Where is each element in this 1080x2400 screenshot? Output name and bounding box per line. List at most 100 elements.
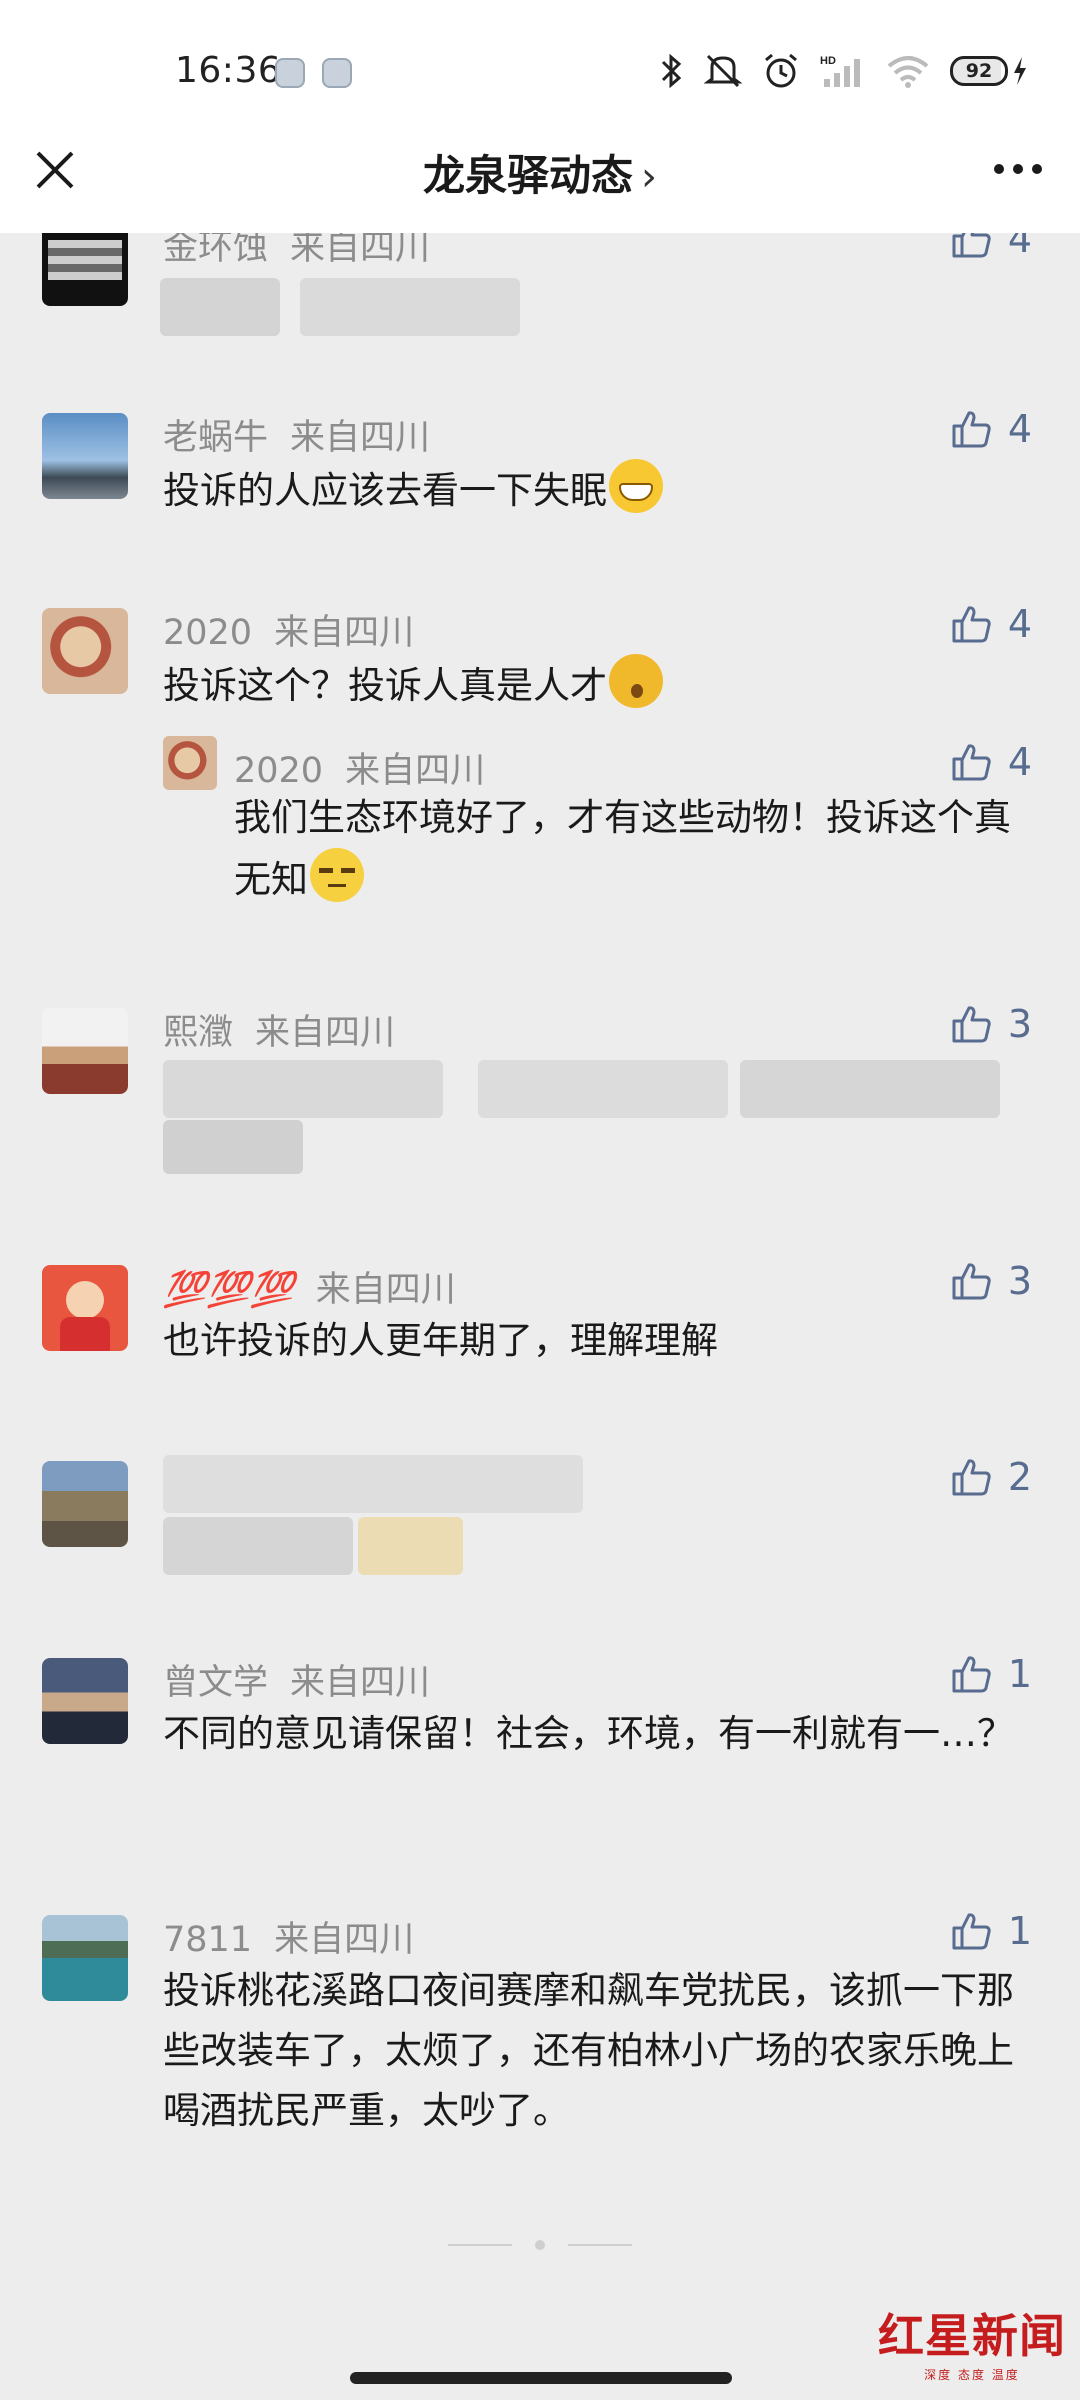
like-count: 4 xyxy=(1007,233,1032,261)
comment-location: 来自四川 xyxy=(315,1270,456,1310)
thumbs-up-icon xyxy=(952,606,991,643)
comment-text: 投诉桃花溪路口夜间赛摩和飙车党扰民，该抓一下那些改装车了，太烦了，还有柏林小广场… xyxy=(163,1969,1014,2132)
redacted-text xyxy=(160,278,280,336)
comment-list[interactable]: 金环蚀 来自四川 4 老蜗牛 来自四川 投诉的人应该去看一下失眠 4 2020 来自四… xyxy=(0,233,1080,2400)
end-of-list-divider xyxy=(448,2240,632,2250)
like-button[interactable]: 4 xyxy=(950,233,1032,261)
battery-indicator: 92 xyxy=(950,56,1028,86)
like-count: 4 xyxy=(1007,407,1032,451)
comment-text-content: 投诉的人应该去看一下失眠 xyxy=(163,469,607,512)
commenter-name[interactable]: 曾文学 xyxy=(163,1663,268,1703)
commenter-name[interactable]: 金环蚀 xyxy=(163,233,268,268)
comment-text: 投诉的人应该去看一下失眠 xyxy=(163,459,1043,521)
comment-location: 来自四川 xyxy=(274,1920,415,1960)
comment-text-content: 投诉这个？投诉人真是人才 xyxy=(163,664,607,707)
more-dot-icon xyxy=(994,164,1004,174)
watermark-main: 红星新闻 xyxy=(878,2309,1066,2363)
thumbs-up-icon xyxy=(952,1459,991,1496)
comment-location: 来自四川 xyxy=(274,613,415,653)
more-dot-icon xyxy=(1032,164,1042,174)
comment-text: 投诉这个？投诉人真是人才 xyxy=(163,654,1043,716)
redacted-text xyxy=(163,1455,583,1513)
avatar[interactable] xyxy=(42,413,128,499)
avatar[interactable] xyxy=(42,233,128,306)
like-button[interactable]: 1 xyxy=(950,1909,1032,1953)
bluetooth-icon xyxy=(661,53,682,89)
watermark-logo: 红星新闻 深度 态度 温度 xyxy=(878,2300,1066,2383)
reply-location: 来自四川 xyxy=(345,751,486,791)
thumbs-up-icon xyxy=(952,233,991,258)
avatar[interactable] xyxy=(42,1265,128,1351)
thumbs-up-icon xyxy=(952,1006,991,1043)
mute-icon xyxy=(704,54,742,88)
avatar[interactable] xyxy=(42,1915,128,2001)
comment-meta: 7811 来自四川 xyxy=(163,1911,414,1962)
reply-like-button[interactable]: 4 xyxy=(950,740,1032,784)
redacted-text xyxy=(478,1060,728,1118)
home-indicator[interactable] xyxy=(350,2372,732,2384)
like-button[interactable]: 3 xyxy=(950,1259,1032,1303)
sleepy-emoji-icon xyxy=(609,654,663,708)
more-options-button[interactable] xyxy=(994,164,1042,174)
redacted-text xyxy=(300,278,520,336)
page-title[interactable]: 龙泉驿动态 › xyxy=(0,142,1080,203)
watermark-sub: 深度 态度 温度 xyxy=(924,2368,1020,2382)
unamused-emoji-icon xyxy=(310,848,364,902)
navigation-bar: 龙泉驿动态 › xyxy=(0,150,1080,233)
like-count: 3 xyxy=(1007,1002,1032,1046)
like-count: 1 xyxy=(1007,1652,1032,1696)
like-count: 1 xyxy=(1007,1909,1032,1953)
battery-level: 92 xyxy=(950,56,1008,86)
avatar[interactable] xyxy=(42,1658,128,1744)
like-button[interactable]: 1 xyxy=(950,1652,1032,1696)
thumbs-up-icon xyxy=(952,1656,991,1693)
status-bar: 16:36 HD 92 xyxy=(0,0,1080,150)
comment-location: 来自四川 xyxy=(290,1663,431,1703)
more-dot-icon xyxy=(1013,164,1023,174)
like-button[interactable]: 4 xyxy=(950,407,1032,451)
avatar[interactable] xyxy=(42,1461,128,1547)
like-button[interactable]: 2 xyxy=(950,1455,1032,1499)
alarm-icon xyxy=(765,53,797,88)
signal-hd-icon: HD xyxy=(820,55,860,87)
thumbs-up-icon xyxy=(952,1263,991,1300)
svg-text:HD: HD xyxy=(820,55,836,67)
comment-location: 来自四川 xyxy=(290,418,431,458)
reply-text: 我们生态环境好了，才有这些动物！投诉这个真无知 xyxy=(234,788,1034,910)
commenter-name[interactable]: 💯💯💯 xyxy=(163,1270,294,1310)
comment-meta: 💯💯💯 来自四川 xyxy=(163,1261,456,1312)
reply-meta: 2020 来自四川 xyxy=(234,742,485,793)
comment-meta: 老蜗牛 来自四川 xyxy=(163,409,430,460)
comment-meta: 2020 来自四川 xyxy=(163,604,414,655)
reply-avatar[interactable] xyxy=(163,736,217,790)
like-button[interactable]: 3 xyxy=(950,1002,1032,1046)
reply-commenter-name[interactable]: 2020 xyxy=(234,751,323,791)
comment-text: 不同的意见请保留！社会，环境，有一利就有一…？ xyxy=(163,1712,1014,1755)
redacted-text xyxy=(163,1060,443,1118)
comment-meta: 曾文学 来自四川 xyxy=(163,1654,430,1705)
thumbs-up-icon xyxy=(952,744,991,781)
redacted-text xyxy=(358,1517,463,1575)
commenter-name[interactable]: 熙瀓 xyxy=(163,1013,233,1053)
page-title-text: 龙泉驿动态 xyxy=(422,151,633,200)
commenter-name[interactable]: 7811 xyxy=(163,1920,252,1960)
comment-meta: 金环蚀 来自四川 xyxy=(163,233,430,270)
commenter-name[interactable]: 2020 xyxy=(163,613,252,653)
like-count: 3 xyxy=(1007,1259,1032,1303)
redacted-text xyxy=(740,1060,1000,1118)
comment-text: 也许投诉的人更年期了，理解理解 xyxy=(163,1319,718,1362)
thumbs-up-icon xyxy=(952,411,991,448)
app-notification-icon xyxy=(275,58,305,88)
commenter-name[interactable]: 老蜗牛 xyxy=(163,418,268,458)
app-notification-icon xyxy=(322,58,352,88)
thumbs-up-icon xyxy=(952,1913,991,1950)
comment-location: 来自四川 xyxy=(255,1013,396,1053)
charging-icon xyxy=(1014,57,1026,85)
like-count: 4 xyxy=(1007,602,1032,646)
avatar[interactable] xyxy=(42,1008,128,1094)
avatar[interactable] xyxy=(42,608,128,694)
grinning-emoji-icon xyxy=(609,459,663,513)
like-count: 4 xyxy=(1007,740,1032,784)
redacted-text xyxy=(163,1120,303,1174)
like-button[interactable]: 4 xyxy=(950,602,1032,646)
